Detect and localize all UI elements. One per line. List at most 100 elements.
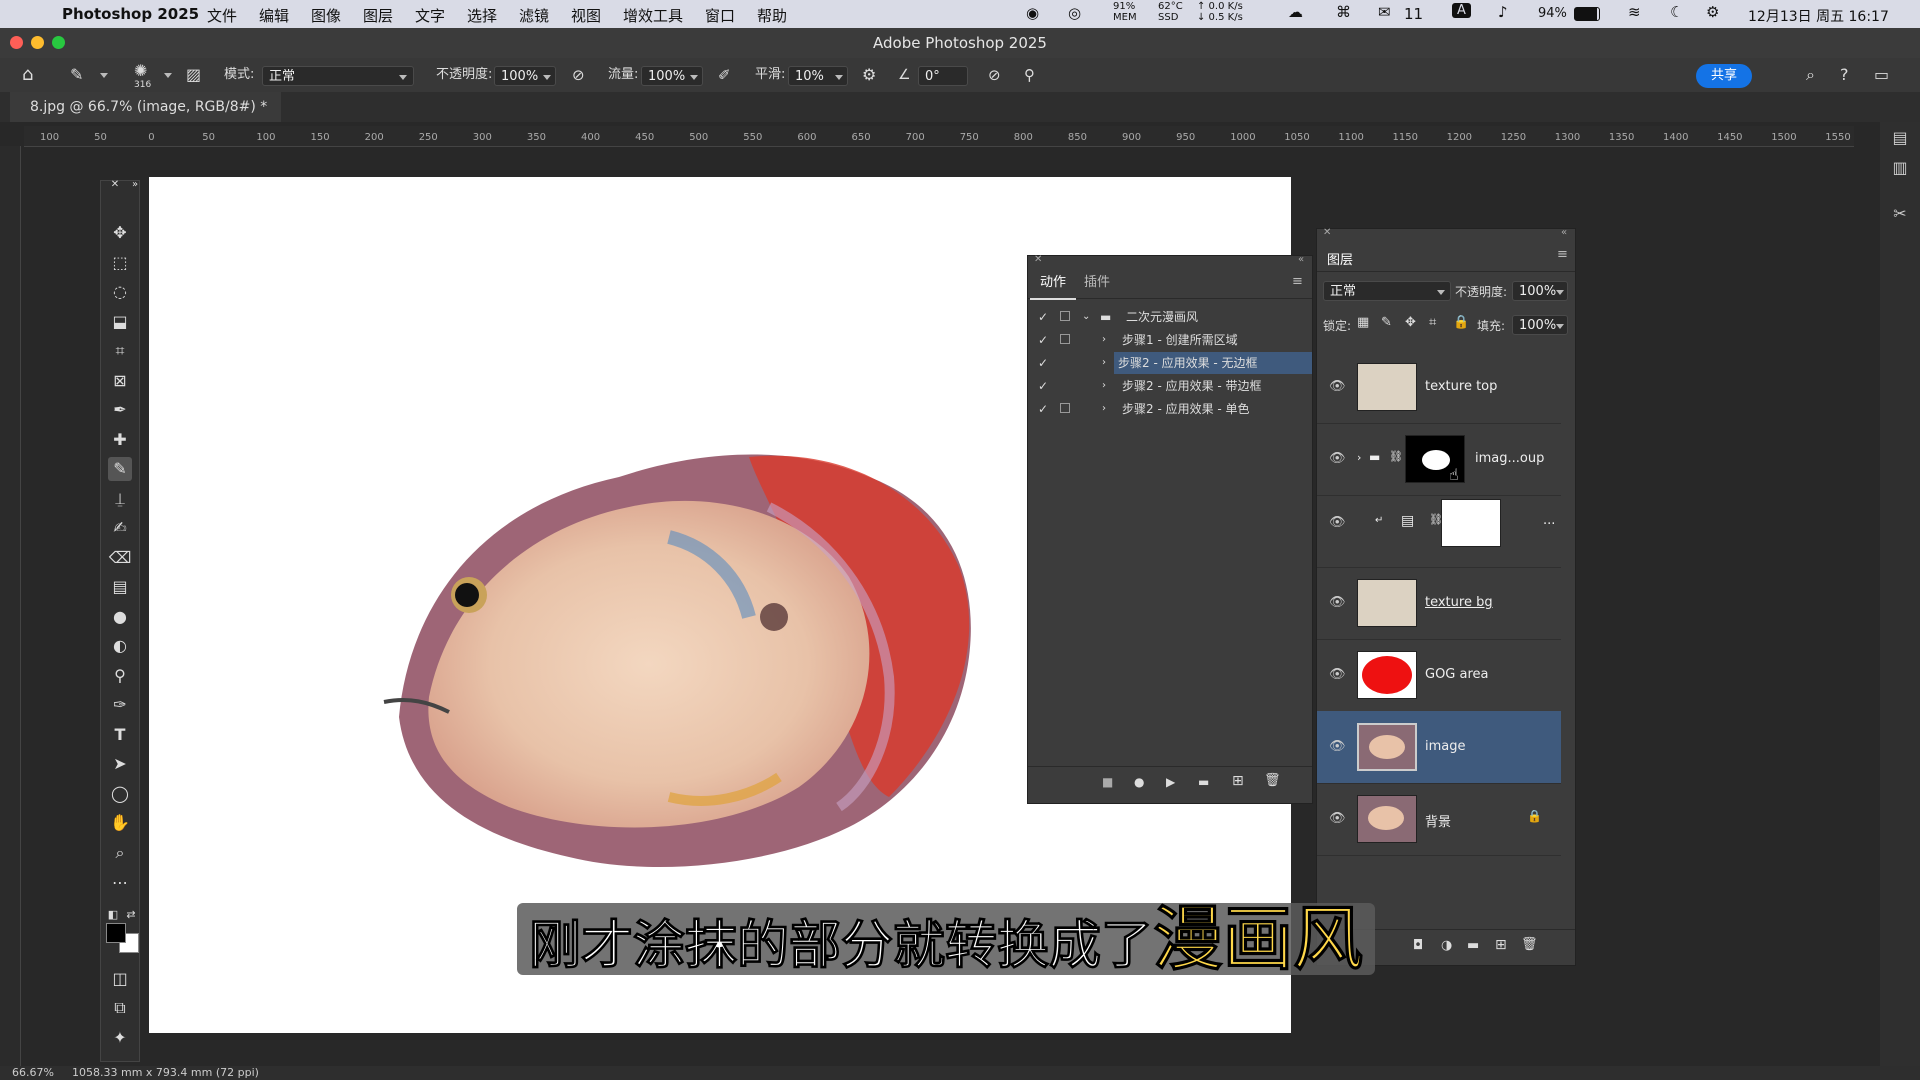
action-dialog-toggle[interactable] <box>1060 334 1070 344</box>
close-window-button[interactable] <box>10 36 23 49</box>
action-expand-icon[interactable]: › <box>1102 352 1106 374</box>
stamp-tool-icon[interactable]: ⍊ <box>108 487 132 511</box>
frame-tool-icon[interactable]: ⊠ <box>108 369 132 393</box>
angle-field[interactable]: 0° <box>918 66 968 86</box>
workspace-icon[interactable]: ▭ <box>1874 58 1889 92</box>
object-select-tool-icon[interactable]: ⬓ <box>108 310 132 334</box>
bookmark-icon[interactable]: ⌘ <box>1336 3 1351 21</box>
foreground-color-swatch[interactable] <box>106 923 126 943</box>
document-tab[interactable]: 8.jpg @ 66.7% (image, RGB/8#) * <box>10 92 282 122</box>
action-row[interactable]: ✓ › 步骤1 - 创建所需区域 <box>1028 329 1312 351</box>
layer-row[interactable]: 👁 GOG area <box>1317 639 1561 712</box>
lock-transparency-icon[interactable]: ▦ <box>1357 315 1369 330</box>
action-row[interactable]: ✓ › 步骤2 - 应用效果 - 单色 <box>1028 398 1312 420</box>
action-check-icon[interactable]: ✓ <box>1038 398 1050 420</box>
action-expand-icon[interactable]: › <box>1102 398 1106 420</box>
pressure-size-icon[interactable]: ⊘ <box>988 58 1001 92</box>
new-layer-icon[interactable]: ⊞ <box>1495 937 1507 953</box>
layer-row[interactable]: 👁 texture bg <box>1317 567 1561 640</box>
play-icon[interactable]: ▶ <box>1166 775 1175 789</box>
gradient-tool-icon[interactable]: ▤ <box>108 575 132 599</box>
menu-image[interactable]: 图像 <box>311 5 341 26</box>
menu-layer[interactable]: 图层 <box>363 5 393 26</box>
menu-type[interactable]: 文字 <box>415 5 445 26</box>
hand-tool-icon[interactable]: ✋ <box>108 811 132 835</box>
tab-actions[interactable]: 动作 <box>1030 268 1077 300</box>
new-set-folder-icon[interactable]: ▬ <box>1198 775 1209 789</box>
horizontal-ruler[interactable]: 100 50 0 50 100 150 200 250 300 350 400 450 500 550 60… <box>24 126 1854 147</box>
tools-panel-icon[interactable]: ✂ <box>1890 204 1910 224</box>
tab-plugins[interactable]: 插件 <box>1074 268 1120 298</box>
minimize-window-button[interactable] <box>31 36 44 49</box>
wechat-icon[interactable]: ✉ <box>1378 3 1391 21</box>
opacity-field[interactable]: 100% <box>494 66 556 86</box>
mode-select[interactable]: 正常 <box>262 66 414 86</box>
clock[interactable]: 12月13日 周五 16:17 <box>1748 6 1889 26</box>
actions-close-icon[interactable]: ✕ <box>1034 254 1042 265</box>
pressure-opacity-icon[interactable]: ⊘ <box>572 58 585 92</box>
lock-all-icon[interactable]: 🔒 <box>1453 315 1469 330</box>
lock-artboard-icon[interactable]: ⌗ <box>1429 315 1436 330</box>
brush-tool-icon-active[interactable]: ✎ <box>108 457 132 481</box>
record-icon[interactable]: ◉ <box>1026 4 1039 22</box>
control-center-icon[interactable]: ⚙ <box>1706 3 1719 21</box>
action-set-expand-icon[interactable]: ⌄ <box>1082 306 1090 328</box>
smoothing-gear-icon[interactable]: ⚙ <box>862 58 876 92</box>
action-set-check-icon[interactable]: ✓ <box>1038 306 1050 328</box>
crop-tool-icon[interactable]: ⌗ <box>108 339 132 363</box>
blur-tool-icon[interactable]: ● <box>108 605 132 629</box>
eyedropper-tool-icon[interactable]: ✒ <box>108 398 132 422</box>
angle-icon[interactable]: ∠ <box>898 58 911 92</box>
layers-collapse-icon[interactable]: « <box>1561 227 1567 238</box>
new-action-icon[interactable]: ⊞ <box>1232 773 1244 789</box>
cloud-icon[interactable]: ☁ <box>1288 3 1303 21</box>
menu-plugins[interactable]: 增效工具 <box>623 5 683 26</box>
visibility-eye-icon[interactable]: 👁 <box>1329 739 1346 754</box>
menu-edit[interactable]: 编辑 <box>259 5 289 26</box>
vpn-icon[interactable]: ◎ <box>1068 4 1081 22</box>
type-tool-icon[interactable]: T <box>108 723 132 747</box>
layers-close-icon[interactable]: ✕ <box>1323 227 1331 238</box>
brush-settings-icon[interactable]: ▨ <box>186 58 201 92</box>
vertical-ruler[interactable] <box>0 146 21 1080</box>
layer-row[interactable]: 👁 texture top <box>1317 351 1561 424</box>
visibility-eye-icon[interactable]: 👁 <box>1329 379 1346 394</box>
share-button[interactable]: 共享 <box>1696 64 1752 88</box>
action-set-row[interactable]: ✓ ⌄ ▬ 二次元漫画风 <box>1028 306 1312 328</box>
action-set-dialog-toggle[interactable] <box>1060 311 1070 321</box>
path-select-tool-icon[interactable]: ➤ <box>108 752 132 776</box>
visibility-eye-icon[interactable]: 👁 <box>1329 811 1346 826</box>
delete-layer-icon[interactable]: 🗑 <box>1521 937 1538 952</box>
help-icon[interactable]: ? <box>1840 58 1849 92</box>
stop-icon[interactable]: ■ <box>1102 775 1113 789</box>
dodge-tool-icon[interactable]: ◐ <box>108 634 132 658</box>
lock-pixels-icon[interactable]: ✎ <box>1381 315 1392 330</box>
lock-position-icon[interactable]: ✥ <box>1405 315 1416 330</box>
ellipse-tool-icon[interactable]: ◯ <box>108 782 132 806</box>
tool-preset-chevron-icon[interactable] <box>100 73 108 78</box>
menu-window[interactable]: 窗口 <box>705 5 735 26</box>
visibility-eye-icon[interactable]: 👁 <box>1329 667 1346 682</box>
menu-app-name[interactable]: Photoshop 2025 <box>62 5 199 23</box>
action-expand-icon[interactable]: › <box>1102 375 1106 397</box>
menu-select[interactable]: 选择 <box>467 5 497 26</box>
action-row-selected[interactable]: ✓ › 步骤2 - 应用效果 - 无边框 <box>1028 352 1312 374</box>
history-brush-tool-icon[interactable]: ✍ <box>108 516 132 540</box>
add-mask-icon[interactable]: ◘ <box>1413 938 1423 953</box>
layers-menu-icon[interactable]: ≡ <box>1557 247 1568 262</box>
home-icon[interactable]: ⌂ <box>22 58 33 92</box>
volume-icon[interactable]: ♪ <box>1498 3 1508 21</box>
eraser-tool-icon[interactable]: ⌫ <box>108 546 132 570</box>
zoom-tool-icon[interactable]: ⌕ <box>108 841 132 865</box>
wifi-icon[interactable]: ≋ <box>1628 3 1641 21</box>
brush-tool-icon[interactable]: ✎ <box>70 58 83 92</box>
symmetry-icon[interactable]: ⚲ <box>1024 58 1035 92</box>
quick-mask-icon[interactable]: ◫ <box>108 967 132 991</box>
layer-row[interactable]: 👁 背景 🔒 <box>1317 783 1561 856</box>
lasso-tool-icon[interactable]: ◌ <box>108 280 132 304</box>
brush-picker-chevron-icon[interactable] <box>164 73 172 78</box>
action-dialog-toggle[interactable] <box>1060 403 1070 413</box>
focus-moon-icon[interactable]: ☾ <box>1670 3 1683 21</box>
healing-tool-icon[interactable]: ✚ <box>108 428 132 452</box>
toolbar-expand-icon[interactable]: » <box>123 173 147 197</box>
